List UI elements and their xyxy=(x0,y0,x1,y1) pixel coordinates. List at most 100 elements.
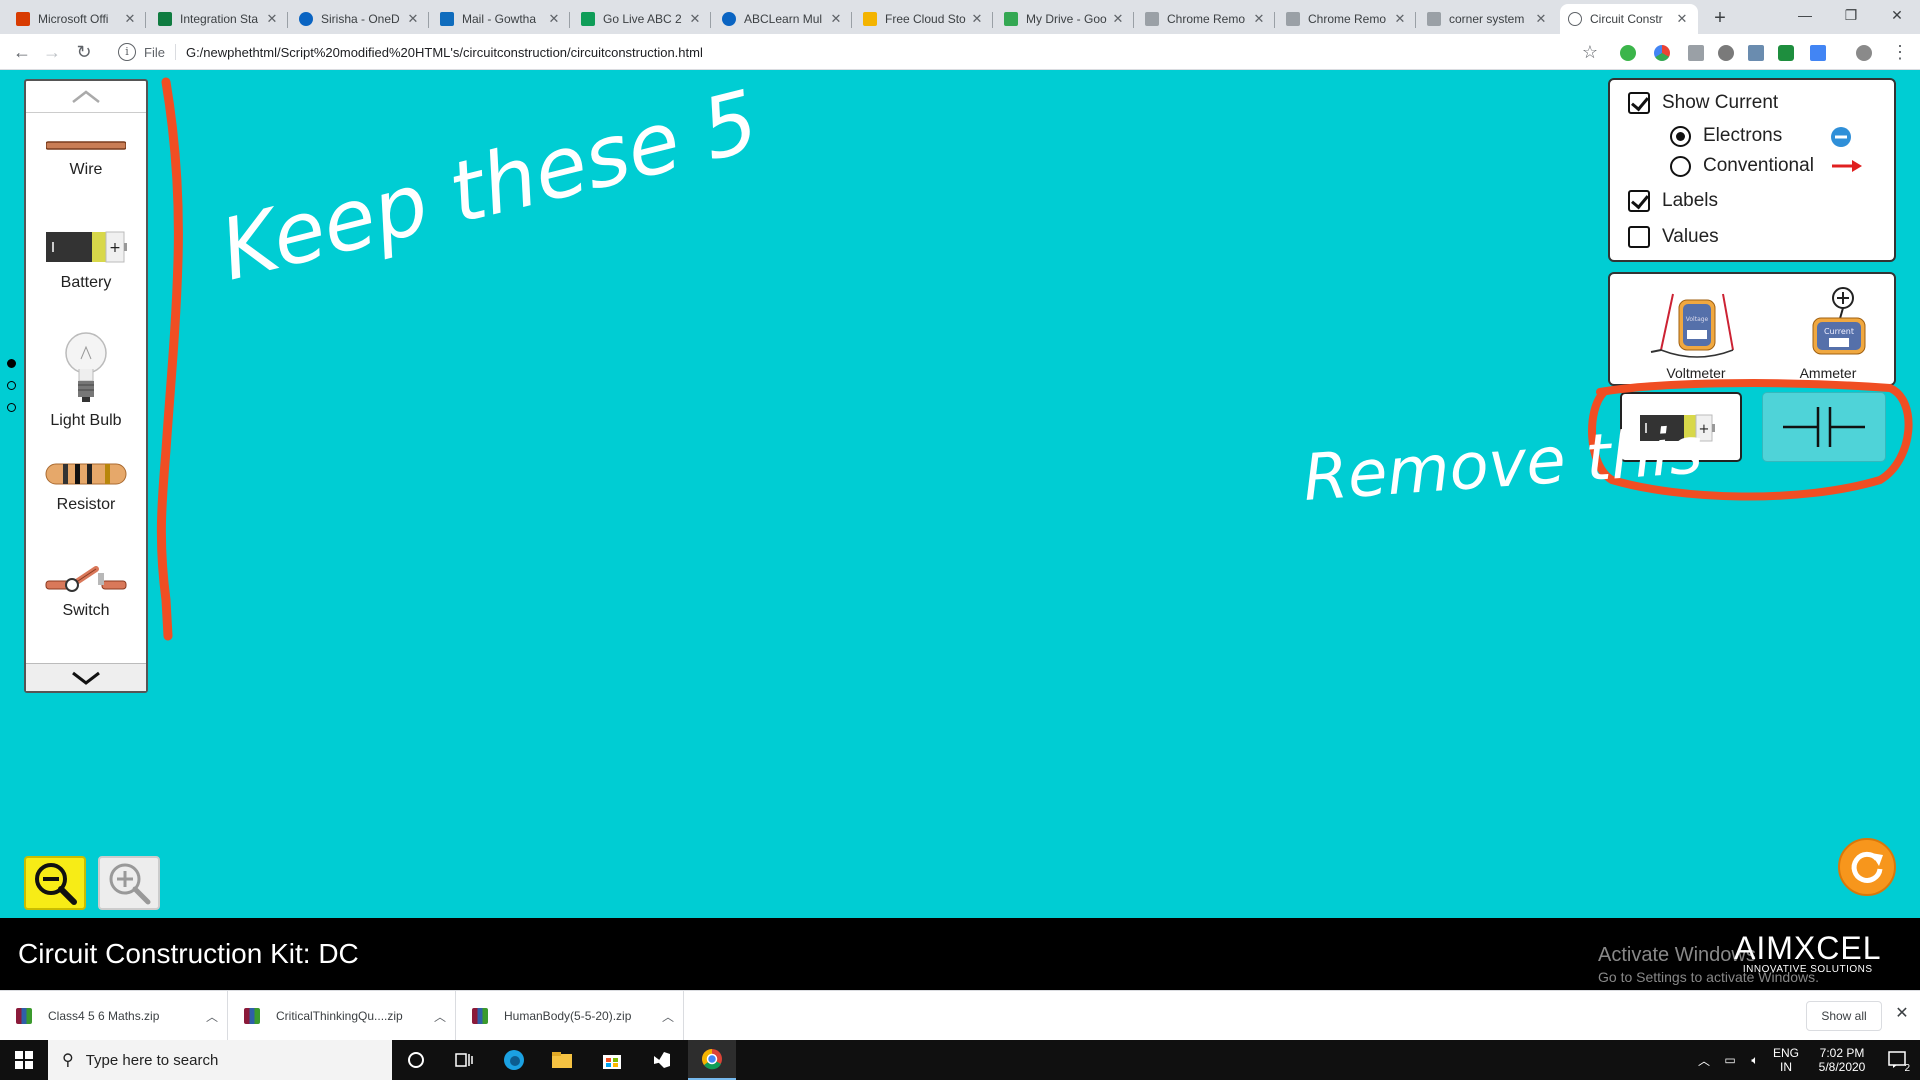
minimize-icon[interactable]: — xyxy=(1782,0,1828,32)
restore-icon[interactable]: ❐ xyxy=(1828,0,1874,32)
battery-icon: + xyxy=(46,231,127,263)
show-hidden-icons-chevron[interactable]: ︿ xyxy=(1694,1040,1714,1080)
carousel-item-switch[interactable]: Switch xyxy=(26,563,146,620)
clock[interactable]: 7:02 PM 5/8/2020 xyxy=(1806,1040,1878,1080)
network-icon[interactable]: ▭ xyxy=(1718,1040,1742,1080)
avatar[interactable] xyxy=(1856,45,1872,61)
carousel-page-dot[interactable] xyxy=(7,381,16,390)
browser-tab[interactable]: Microsoft Offi ✕ xyxy=(8,4,146,34)
checkbox-checked[interactable] xyxy=(1628,190,1650,212)
edge-icon[interactable] xyxy=(490,1040,538,1080)
download-item[interactable]: CriticalThinkingQu....zip ︿ xyxy=(228,991,456,1041)
extension-icon[interactable] xyxy=(1620,45,1636,61)
chevron-up-icon[interactable]: ︿ xyxy=(653,1008,683,1025)
close-icon[interactable]: ✕ xyxy=(405,11,421,27)
close-icon[interactable]: ✕ xyxy=(1251,11,1267,27)
browser-tab[interactable]: Go Live ABC 2 ✕ xyxy=(573,4,711,34)
zip-file-icon xyxy=(244,1008,260,1024)
checkbox-checked[interactable] xyxy=(1628,92,1650,114)
visual-studio-icon[interactable] xyxy=(638,1040,686,1080)
file-explorer-icon[interactable] xyxy=(538,1040,586,1080)
browser-tab[interactable]: Mail - Gowtha ✕ xyxy=(432,4,570,34)
browser-tab[interactable]: Chrome Remo ✕ xyxy=(1137,4,1275,34)
zoom-in-button[interactable] xyxy=(98,856,160,910)
input-language[interactable]: ENG IN xyxy=(1768,1040,1804,1080)
extension-icon[interactable] xyxy=(1718,45,1734,61)
show-all-downloads-button[interactable]: Show all xyxy=(1806,1001,1882,1031)
labels-checkbox[interactable]: Labels xyxy=(1628,190,1718,212)
close-icon[interactable]: ✕ xyxy=(1110,11,1126,27)
task-view-icon[interactable] xyxy=(440,1040,488,1080)
address-bar[interactable]: i File G:/newphethtml/Script%20modified%… xyxy=(110,38,1580,66)
simulation-canvas[interactable]: Wire + Battery Light Bulb Resistor Switc… xyxy=(0,70,1920,918)
close-window-icon[interactable]: ✕ xyxy=(1874,0,1920,32)
browser-tab[interactable]: Integration Sta ✕ xyxy=(150,4,288,34)
close-icon[interactable]: ✕ xyxy=(546,11,562,27)
carousel-item-wire[interactable]: Wire xyxy=(26,139,146,179)
extension-icon[interactable] xyxy=(1748,45,1764,61)
download-item[interactable]: Class4 5 6 Maths.zip ︿ xyxy=(0,991,228,1041)
ammeter-tool[interactable]: Current Ammeter xyxy=(1768,282,1888,381)
extension-icon[interactable] xyxy=(1810,45,1826,61)
back-arrow-icon[interactable]: ← xyxy=(10,40,34,64)
notification-count: 2 xyxy=(1904,1063,1910,1074)
forward-arrow-icon[interactable]: → xyxy=(40,40,64,64)
browser-tab[interactable]: corner system ✕ xyxy=(1419,4,1557,34)
shield-icon[interactable] xyxy=(1778,45,1794,61)
volume-icon[interactable]: 🔈︎ xyxy=(1744,1040,1766,1080)
electrons-radio[interactable]: Electrons xyxy=(1670,125,1782,147)
carousel-page-dot[interactable] xyxy=(7,403,16,412)
radio-unselected[interactable] xyxy=(1670,155,1691,177)
store-icon[interactable] xyxy=(588,1040,636,1080)
close-icon[interactable]: ✕ xyxy=(687,11,703,27)
bookmark-star-icon[interactable]: ☆ xyxy=(1578,40,1602,64)
info-icon[interactable]: i xyxy=(118,43,136,61)
carousel-up-button[interactable] xyxy=(26,81,146,113)
browser-tab[interactable]: ABCLearn Mul ✕ xyxy=(714,4,852,34)
extra-battery-button[interactable]: + xyxy=(1620,392,1742,462)
extension-icon[interactable] xyxy=(1654,45,1670,61)
extension-icon[interactable] xyxy=(1688,45,1704,61)
carousel-item-battery[interactable]: + Battery xyxy=(26,229,146,292)
browser-tab[interactable]: Free Cloud Sto ✕ xyxy=(855,4,993,34)
capacitor-icon xyxy=(1783,407,1865,447)
browser-tab[interactable]: My Drive - Goo ✕ xyxy=(996,4,1134,34)
values-checkbox[interactable]: Values xyxy=(1628,226,1719,248)
chevron-up-icon[interactable]: ︿ xyxy=(425,1008,455,1025)
close-icon[interactable]: ✕ xyxy=(1533,11,1549,27)
browser-tab-active[interactable]: Circuit Constr ✕ xyxy=(1560,4,1698,34)
conventional-radio[interactable]: Conventional xyxy=(1670,155,1814,177)
zoom-out-button[interactable] xyxy=(24,856,86,910)
start-button[interactable] xyxy=(0,1040,48,1080)
chrome-taskbar-icon[interactable] xyxy=(688,1040,736,1080)
download-item[interactable]: HumanBody(5-5-20).zip ︿ xyxy=(456,991,684,1041)
capacitor-button[interactable] xyxy=(1762,392,1886,462)
reload-icon[interactable]: ↻ xyxy=(72,40,96,64)
menu-icon[interactable]: ⋮ xyxy=(1888,40,1912,64)
close-icon[interactable]: ✕ xyxy=(1892,1003,1912,1027)
carousel-down-button[interactable] xyxy=(26,663,146,691)
chevron-up-icon[interactable]: ︿ xyxy=(197,1008,227,1025)
checkbox-unchecked[interactable] xyxy=(1628,226,1650,248)
show-current-checkbox[interactable]: Show Current xyxy=(1628,92,1778,114)
new-tab-button[interactable]: + xyxy=(1708,6,1732,30)
url-text[interactable]: G:/newphethtml/Script%20modified%20HTML'… xyxy=(186,45,703,60)
taskbar-search-box[interactable]: ⚲ Type here to search xyxy=(48,1040,392,1080)
left-note-line1: Keep these 5 xyxy=(211,72,767,300)
browser-tab[interactable]: Sirisha - OneD ✕ xyxy=(291,4,429,34)
cortana-icon[interactable] xyxy=(392,1040,440,1080)
close-icon[interactable]: ✕ xyxy=(1674,11,1690,27)
carousel-page-dot[interactable] xyxy=(7,359,16,368)
browser-tab[interactable]: Chrome Remo ✕ xyxy=(1278,4,1416,34)
close-icon[interactable]: ✕ xyxy=(1392,11,1408,27)
close-icon[interactable]: ✕ xyxy=(828,11,844,27)
radio-selected[interactable] xyxy=(1670,125,1691,147)
notification-center-icon[interactable]: 2 xyxy=(1880,1040,1916,1080)
reset-button[interactable] xyxy=(1838,838,1896,896)
voltmeter-tool[interactable]: Voltage Voltmeter xyxy=(1636,282,1756,381)
carousel-item-resistor[interactable]: Resistor xyxy=(26,461,146,514)
carousel-item-light-bulb[interactable]: Light Bulb xyxy=(26,329,146,430)
close-icon[interactable]: ✕ xyxy=(969,11,985,27)
close-icon[interactable]: ✕ xyxy=(122,11,138,27)
close-icon[interactable]: ✕ xyxy=(264,11,280,27)
